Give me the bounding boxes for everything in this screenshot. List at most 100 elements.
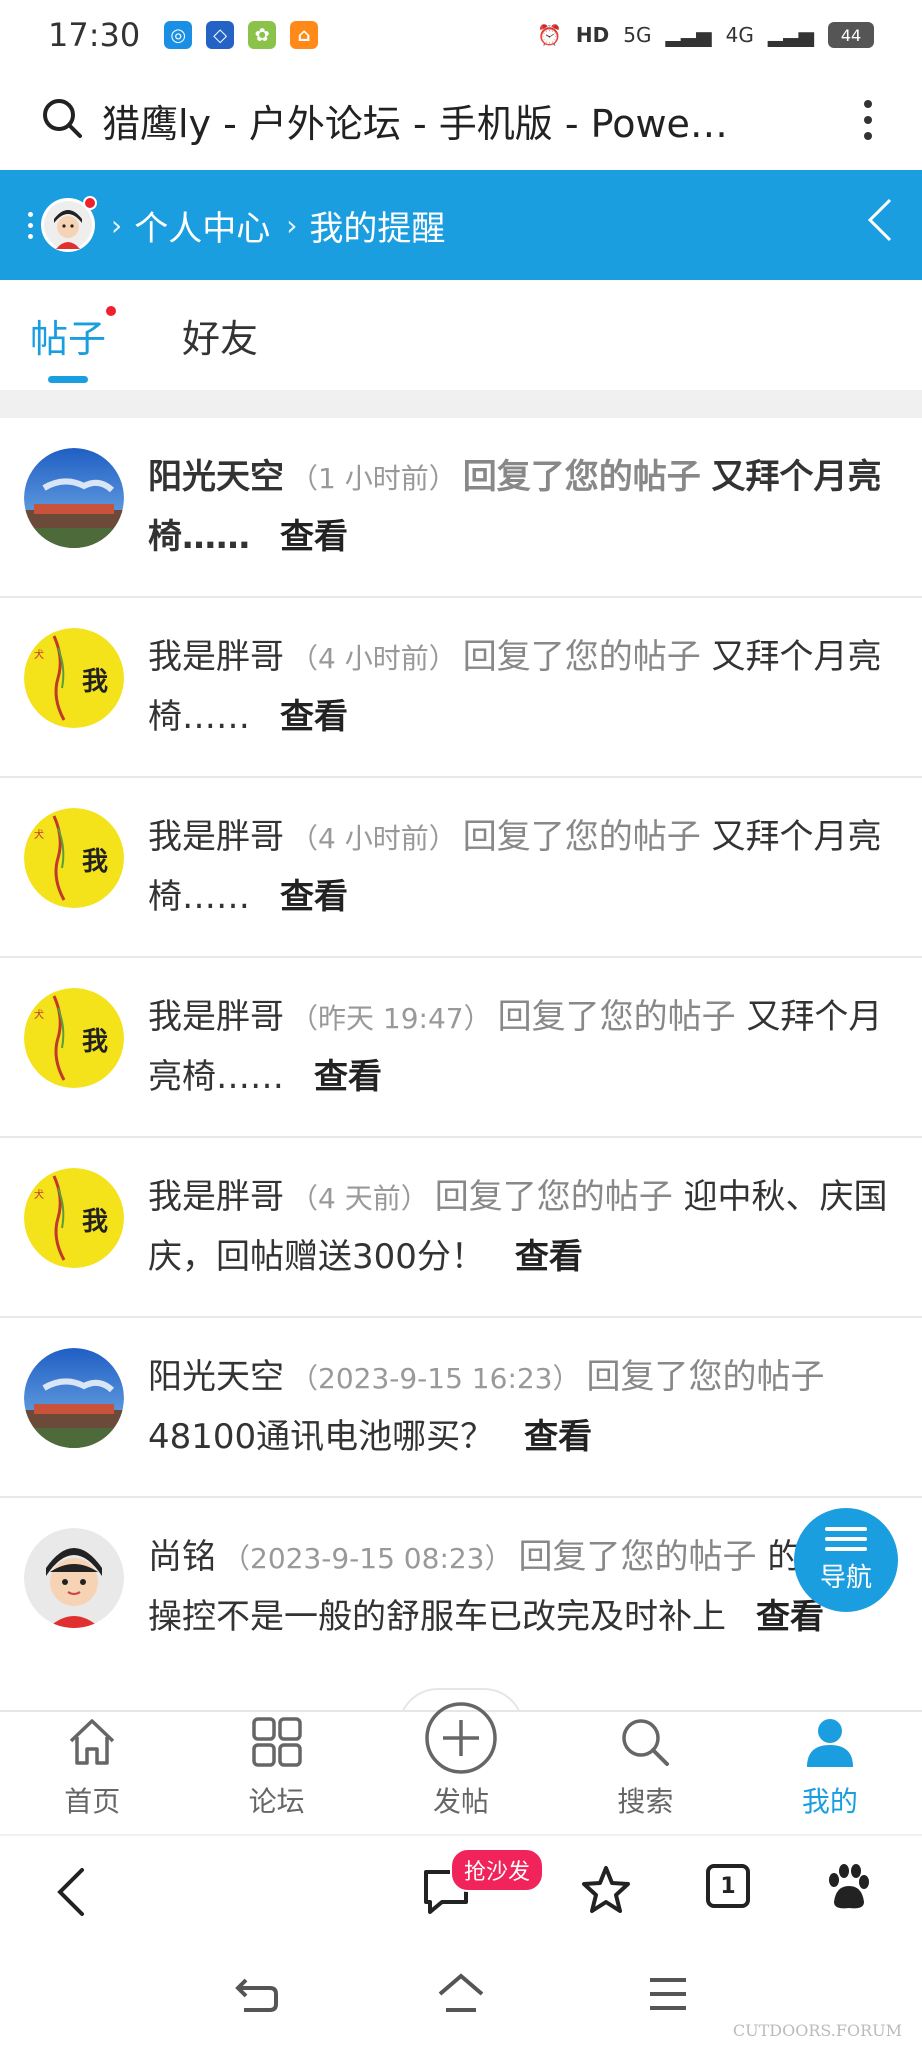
- avatar[interactable]: [24, 1528, 124, 1628]
- tab-friends[interactable]: 好友: [182, 308, 258, 363]
- sofa-badge[interactable]: 抢沙发: [450, 1848, 545, 1892]
- user-name: 我是胖哥: [148, 997, 284, 1037]
- app-notification-icon: ◎: [164, 21, 193, 49]
- tab-posts[interactable]: 帖子: [30, 305, 117, 383]
- nav-mine-label: 我的: [801, 1785, 858, 1818]
- user-name: 阳光天空: [148, 457, 284, 497]
- search-icon[interactable]: [40, 96, 84, 144]
- action-text: 回复了您的帖子: [462, 817, 701, 857]
- avatar[interactable]: 我犬: [24, 1168, 124, 1268]
- star-icon[interactable]: [580, 1864, 632, 1920]
- tabs-count-icon[interactable]: 1: [706, 1864, 750, 1908]
- user-name: 我是胖哥: [148, 637, 284, 677]
- user-name: 尚铭: [148, 1537, 216, 1577]
- nav-home[interactable]: 首页: [0, 1712, 184, 1832]
- view-link[interactable]: 查看: [280, 877, 348, 917]
- nav-forum-label: 论坛: [248, 1785, 305, 1818]
- nav-forum[interactable]: 论坛: [184, 1712, 368, 1832]
- list-item[interactable]: 我犬我是胖哥 （4 小时前） 回复了您的帖子 又拜个月亮椅…… 查看: [0, 598, 922, 778]
- system-home-icon[interactable]: [434, 1972, 488, 2020]
- network-hd: HD: [575, 23, 610, 47]
- action-text: 回复了您的帖子: [518, 1537, 757, 1577]
- timestamp: （4 天前）: [290, 1182, 429, 1215]
- notification-text: 我是胖哥 （4 小时前） 回复了您的帖子 又拜个月亮椅…… 查看: [148, 628, 898, 776]
- alarm-icon: ⏰: [536, 23, 562, 47]
- status-bar: 17:30 ◎ ◇ ✿ ⌂ ⏰ HD 5G ▂▃▅ 4G ▂▃▅ 44: [0, 0, 922, 70]
- svg-text:犬: 犬: [34, 648, 44, 661]
- list-item[interactable]: 阳光天空 （1 小时前） 回复了您的帖子 又拜个月亮椅…… 查看: [0, 418, 922, 598]
- action-text: 回复了您的帖子: [586, 1357, 825, 1397]
- avatar[interactable]: 我犬: [24, 808, 124, 908]
- action-text: 回复了您的帖子: [462, 457, 701, 497]
- timestamp: （昨天 19:47）: [290, 1002, 492, 1035]
- nav-search[interactable]: 搜索: [553, 1712, 737, 1832]
- status-time: 17:30: [48, 16, 141, 54]
- svg-text:我: 我: [82, 1027, 108, 1057]
- nav-mine[interactable]: 我的: [738, 1712, 922, 1832]
- list-item[interactable]: 阳光天空 （2023-9-15 16:23） 回复了您的帖子 48100通讯电池哪买…: [0, 1318, 922, 1498]
- app-notification-icon: ⌂: [290, 21, 319, 49]
- section-divider: [0, 390, 922, 418]
- avatar[interactable]: [24, 448, 124, 548]
- browser-address-bar[interactable]: 猎鹰ly - 户外论坛 - 手机版 - Powe…: [0, 70, 922, 170]
- post-subject-link[interactable]: 48100通讯电池哪买？: [148, 1417, 494, 1457]
- user-name: 阳光天空: [148, 1357, 284, 1397]
- status-notification-icons: ◎ ◇ ✿ ⌂: [164, 21, 319, 49]
- list-item[interactable]: 我犬我是胖哥 （4 天前） 回复了您的帖子 迎中秋、庆国庆，回帖赠送300分！ 查看: [0, 1138, 922, 1318]
- tab-bar: 帖子 好友: [0, 280, 922, 390]
- baidu-paw-icon[interactable]: [822, 1862, 872, 1916]
- list-item[interactable]: 我犬我是胖哥 （昨天 19:47） 回复了您的帖子 又拜个月亮椅…… 查看: [0, 958, 922, 1138]
- back-icon[interactable]: [54, 1866, 88, 1922]
- list-item[interactable]: 我犬我是胖哥 （4 小时前） 回复了您的帖子 又拜个月亮椅…… 查看: [0, 778, 922, 958]
- notification-text: 我是胖哥 （昨天 19:47） 回复了您的帖子 又拜个月亮椅…… 查看: [148, 988, 898, 1136]
- search-icon: [617, 1712, 673, 1772]
- breadcrumb-personal-center[interactable]: 个人中心: [134, 201, 270, 250]
- system-back-icon[interactable]: [232, 1974, 282, 2018]
- avatar[interactable]: 我犬: [24, 988, 124, 1088]
- svg-text:犬: 犬: [34, 1008, 44, 1021]
- more-menu-icon[interactable]: [854, 90, 882, 150]
- view-link[interactable]: 查看: [515, 1237, 583, 1277]
- view-link[interactable]: 查看: [280, 517, 348, 557]
- site-bottom-nav: 首页 论坛 发帖 搜索 我的: [0, 1702, 922, 1832]
- page-title[interactable]: 猎鹰ly - 户外论坛 - 手机版 - Powe…: [102, 93, 822, 148]
- user-name: 我是胖哥: [148, 817, 284, 857]
- timestamp: （1 小时前）: [290, 462, 457, 495]
- menu-icon: [825, 1526, 867, 1551]
- timestamp: （2023-9-15 08:23）: [222, 1542, 513, 1575]
- notification-text: 我是胖哥 （4 小时前） 回复了您的帖子 又拜个月亮椅…… 查看: [148, 808, 898, 956]
- nav-post[interactable]: 发帖: [369, 1702, 553, 1832]
- avatar[interactable]: [41, 196, 97, 252]
- action-text: 回复了您的帖子: [462, 637, 701, 677]
- status-indicators: ⏰ HD 5G ▂▃▅ 4G ▂▃▅ 44: [537, 22, 874, 48]
- view-link[interactable]: 查看: [524, 1417, 592, 1457]
- drag-handle-icon[interactable]: [28, 211, 33, 239]
- network-5g: 5G: [623, 23, 652, 47]
- app-notification-icon: ◇: [206, 21, 235, 49]
- user-name: 我是胖哥: [148, 1177, 284, 1217]
- nav-search-label: 搜索: [617, 1785, 674, 1818]
- home-icon: [65, 1712, 119, 1772]
- system-navigation-bar: CUTDOORS.FORUM: [0, 1944, 922, 2048]
- svg-text:我: 我: [82, 667, 108, 697]
- chevron-left-icon[interactable]: [866, 196, 894, 255]
- avatar[interactable]: [24, 1348, 124, 1448]
- network-4g: 4G: [725, 23, 754, 47]
- plus-circle-icon: [423, 1700, 499, 1776]
- system-menu-icon[interactable]: [646, 1976, 690, 2016]
- view-link[interactable]: 查看: [280, 697, 348, 737]
- battery-icon: 44: [828, 22, 874, 48]
- view-link[interactable]: 查看: [756, 1597, 824, 1637]
- tab-friends-label: 好友: [182, 316, 259, 361]
- timestamp: （4 小时前）: [290, 642, 457, 675]
- app-notification-icon: ✿: [248, 21, 277, 49]
- navigation-button[interactable]: 导航: [794, 1508, 898, 1612]
- view-link[interactable]: 查看: [314, 1057, 382, 1097]
- avatar[interactable]: 我犬: [24, 628, 124, 728]
- signal-icon: ▂▃▅: [767, 23, 814, 47]
- navigation-label: 导航: [819, 1562, 872, 1593]
- svg-text:我: 我: [82, 1207, 108, 1237]
- action-text: 回复了您的帖子: [497, 997, 736, 1037]
- unread-dot: [106, 305, 117, 316]
- browser-toolbar: 抢沙发 1: [0, 1834, 922, 1944]
